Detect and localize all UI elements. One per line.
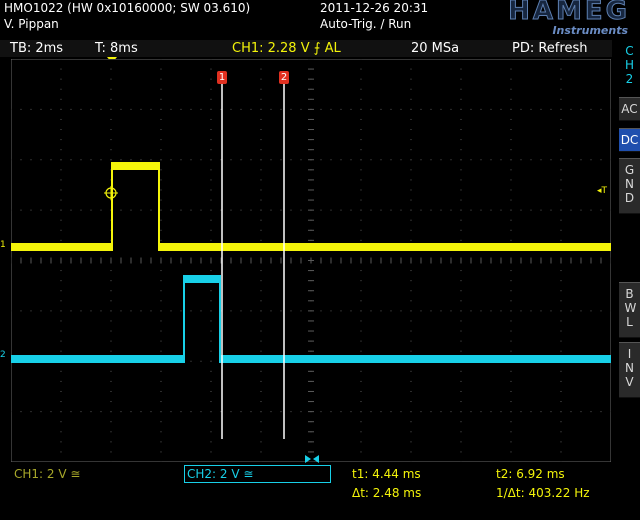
inverse-delta-t-readout: 1/Δt: 403.22 Hz	[496, 486, 590, 500]
horizontal-center-marker	[305, 455, 319, 463]
status-bar: TB: 2ms T: 8ms CH1: 2.28 V ⨍ AL 20 MSa P…	[0, 40, 612, 57]
ch1-ground-marker[interactable]: 1	[0, 240, 6, 250]
timebase-readout[interactable]: TB: 2ms	[10, 40, 63, 57]
run-mode: Auto-Trig. / Run	[320, 17, 412, 31]
cursor-2-marker[interactable]: 2	[279, 71, 289, 84]
cursor-t2-readout: t2: 6.92 ms	[496, 467, 565, 481]
logo-subtext: Instruments	[552, 24, 628, 37]
dc-coupling-button[interactable]: DC	[619, 128, 640, 152]
trigger-coupling: AL	[320, 41, 341, 56]
trigger-time-readout[interactable]: T: 8ms	[95, 40, 138, 57]
ac-coupling-button[interactable]: AC	[619, 97, 640, 121]
bwl-button[interactable]: BWL	[619, 282, 640, 338]
trigger-level-label: T	[601, 186, 608, 196]
device-model: HMO1022 (HW 0x10160000; SW 03.610)	[4, 1, 251, 15]
trigger-level-text: CH1: 2.28 V	[232, 41, 314, 56]
acquisition-info: 2011-12-26 20:31 Auto-Trig. / Run	[320, 0, 428, 32]
device-info: HMO1022 (HW 0x10160000; SW 03.610) V. Pi…	[4, 0, 250, 32]
trigger-readout[interactable]: CH1: 2.28 V ⨍ AL	[232, 40, 341, 57]
cursor-t1-readout: t1: 4.44 ms	[352, 467, 421, 481]
inv-button[interactable]: INV	[619, 342, 640, 398]
sample-rate-readout: 20 MSa	[411, 41, 460, 56]
gnd-button[interactable]: GND	[619, 158, 640, 214]
channel-indicator: CH2	[619, 40, 640, 94]
rising-edge-icon: ⨍	[313, 41, 321, 56]
display-mode-readout[interactable]: PD: Refresh	[512, 40, 587, 57]
ch2-ground-marker[interactable]: 2	[0, 350, 6, 360]
waveform-screen[interactable]	[11, 59, 611, 462]
user-name: V. Pippan	[4, 17, 59, 31]
cursor-1-marker[interactable]: 1	[217, 71, 227, 84]
datetime: 2011-12-26 20:31	[320, 1, 429, 15]
ch2-scale-readout[interactable]: CH2: 2 V ≅	[184, 465, 331, 483]
delta-t-readout: Δt: 2.48 ms	[352, 486, 422, 500]
trigger-level-marker[interactable]: ◂T	[597, 186, 607, 196]
logo-text: HAMEG	[508, 0, 630, 27]
ch1-scale-readout[interactable]: CH1: 2 V ≅	[14, 466, 80, 482]
brand-logo: HAMEG Instruments	[450, 0, 630, 37]
